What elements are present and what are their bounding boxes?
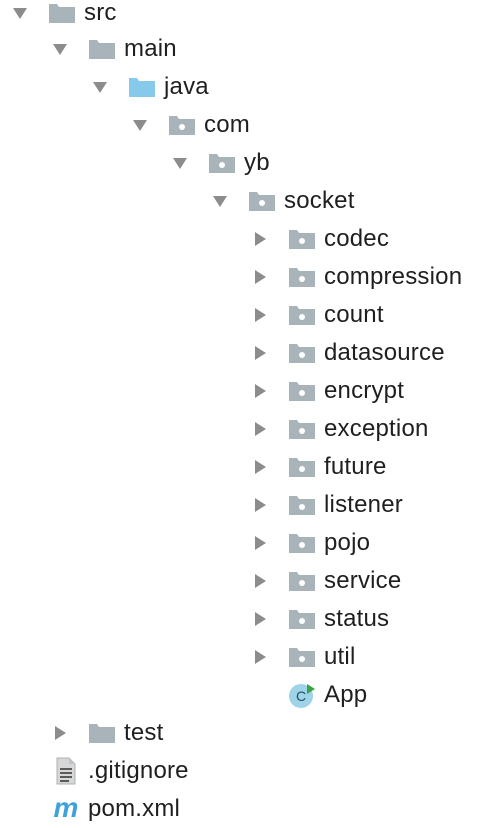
chevron-right-icon[interactable] — [252, 459, 268, 475]
chevron-right-icon[interactable] — [252, 611, 268, 627]
text-file-icon — [52, 757, 80, 785]
tree-item-gitignore[interactable]: .gitignore — [52, 752, 189, 790]
package-icon — [248, 189, 276, 213]
project-tree: src main java com yb socket codec compre… — [0, 0, 492, 826]
folder-icon — [88, 37, 116, 61]
tree-item-label: compression — [324, 263, 463, 290]
tree-item-exception[interactable]: exception — [252, 410, 429, 448]
tree-item-pom[interactable]: m pom.xml — [52, 790, 180, 828]
chevron-down-icon[interactable] — [132, 117, 148, 133]
package-icon — [288, 607, 316, 631]
tree-item-status[interactable]: status — [252, 600, 389, 638]
tree-item-label: App — [324, 681, 368, 708]
chevron-right-icon[interactable] — [252, 497, 268, 513]
tree-item-label: encrypt — [324, 377, 405, 404]
tree-item-codec[interactable]: codec — [252, 220, 389, 258]
package-icon — [288, 341, 316, 365]
tree-item-label: util — [324, 643, 356, 670]
tree-item-label: listener — [324, 491, 403, 518]
tree-item-yb[interactable]: yb — [172, 144, 270, 182]
chevron-right-icon[interactable] — [52, 725, 68, 741]
chevron-down-icon[interactable] — [52, 41, 68, 57]
chevron-right-icon[interactable] — [252, 573, 268, 589]
chevron-right-icon[interactable] — [252, 383, 268, 399]
tree-item-label: exception — [324, 415, 429, 442]
tree-item-label: service — [324, 567, 402, 594]
chevron-down-icon[interactable] — [92, 79, 108, 95]
tree-item-label: count — [324, 301, 384, 328]
chevron-right-icon[interactable] — [252, 535, 268, 551]
chevron-down-icon[interactable] — [12, 5, 28, 21]
tree-item-com[interactable]: com — [132, 106, 250, 144]
tree-item-listener[interactable]: listener — [252, 486, 403, 524]
tree-item-test[interactable]: test — [52, 714, 163, 752]
chevron-right-icon[interactable] — [252, 269, 268, 285]
tree-item-label: test — [124, 719, 164, 746]
chevron-right-icon[interactable] — [252, 345, 268, 361]
tree-item-label: pojo — [324, 529, 371, 556]
package-icon — [288, 531, 316, 555]
folder-icon — [88, 721, 116, 745]
package-icon — [208, 151, 236, 175]
svg-text:m: m — [54, 795, 79, 823]
tree-item-future[interactable]: future — [252, 448, 387, 486]
tree-item-label: socket — [284, 187, 355, 214]
svg-text:C: C — [296, 688, 306, 704]
tree-item-socket[interactable]: socket — [212, 182, 355, 220]
package-icon — [288, 303, 316, 327]
chevron-right-icon[interactable] — [252, 231, 268, 247]
package-icon — [288, 227, 316, 251]
tree-item-label: .gitignore — [88, 757, 189, 784]
package-icon — [288, 569, 316, 593]
chevron-right-icon[interactable] — [252, 649, 268, 665]
tree-item-datasource[interactable]: datasource — [252, 334, 445, 372]
tree-item-label: java — [164, 73, 209, 100]
package-icon — [288, 265, 316, 289]
tree-item-util[interactable]: util — [252, 638, 355, 676]
maven-icon: m — [52, 795, 80, 823]
package-icon — [288, 379, 316, 403]
tree-item-count[interactable]: count — [252, 296, 384, 334]
package-icon — [288, 455, 316, 479]
tree-item-service[interactable]: service — [252, 562, 401, 600]
tree-item-compression[interactable]: compression — [252, 258, 462, 296]
package-icon — [288, 493, 316, 517]
chevron-right-icon[interactable] — [252, 421, 268, 437]
tree-item-encrypt[interactable]: encrypt — [252, 372, 404, 410]
tree-item-app-class[interactable]: C App — [252, 676, 367, 714]
chevron-down-icon[interactable] — [212, 193, 228, 209]
package-icon — [288, 645, 316, 669]
tree-item-pojo[interactable]: pojo — [252, 524, 370, 562]
tree-item-java[interactable]: java — [92, 68, 209, 106]
tree-item-label: future — [324, 453, 387, 480]
tree-item-label: status — [324, 605, 390, 632]
tree-item-label: datasource — [324, 339, 445, 366]
tree-item-label: src — [84, 0, 117, 26]
tree-item-label: codec — [324, 225, 390, 252]
folder-icon — [48, 1, 76, 25]
source-folder-icon — [128, 75, 156, 99]
tree-item-label: com — [204, 111, 250, 138]
tree-item-src[interactable]: src — [12, 0, 117, 32]
java-class-icon: C — [288, 683, 316, 708]
tree-item-main[interactable]: main — [52, 30, 177, 68]
package-icon — [168, 113, 196, 137]
chevron-down-icon[interactable] — [172, 155, 188, 171]
tree-item-label: yb — [244, 149, 270, 176]
tree-item-label: pom.xml — [88, 795, 181, 822]
tree-item-label: main — [124, 35, 177, 62]
package-icon — [288, 417, 316, 441]
chevron-right-icon[interactable] — [252, 307, 268, 323]
